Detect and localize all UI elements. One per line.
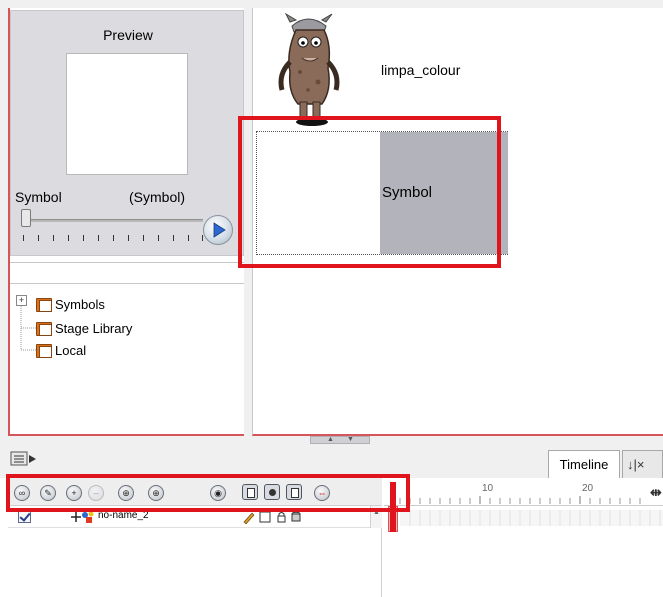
- tree-item-symbols[interactable]: Symbols: [36, 294, 105, 314]
- zoom-handle-icon[interactable]: ⇹: [650, 484, 662, 501]
- folder-icon: [36, 297, 52, 312]
- tree-item-label: Stage Library: [55, 320, 133, 336]
- menu-icon: [10, 451, 36, 466]
- folder-icon: [36, 321, 52, 336]
- preview-slider-ticks: [23, 235, 203, 241]
- play-button[interactable]: [203, 215, 233, 245]
- ruler-ticks: [399, 496, 641, 504]
- preview-slider-track[interactable]: [23, 219, 203, 222]
- character-thumbnail[interactable]: [268, 12, 348, 128]
- tree-item-stage-library[interactable]: Stage Library: [36, 318, 132, 338]
- preview-thumbnail: [66, 53, 188, 175]
- preview-title: Preview: [103, 27, 153, 43]
- panel-splitter[interactable]: ▲ ▼: [310, 436, 370, 444]
- folder-icon: [36, 343, 52, 358]
- frame-ruler[interactable]: 10 20: [384, 478, 663, 506]
- layer-type-icon: [71, 511, 94, 523]
- play-icon: [213, 222, 226, 238]
- layers-empty-area: [8, 528, 382, 597]
- character-name-label: limpa_colour: [381, 62, 461, 78]
- panel-menu-button[interactable]: [10, 450, 38, 468]
- layer-controls: [243, 511, 301, 524]
- tree-item-label: Symbols: [55, 296, 105, 312]
- tab-timeline[interactable]: Timeline: [548, 450, 620, 478]
- symbol-name-label: Symbol: [15, 189, 62, 205]
- ruler-number: 10: [482, 483, 494, 494]
- frame-cells[interactable]: [400, 510, 663, 526]
- library-tree: + Symbols Stage Library Local: [10, 290, 244, 430]
- tree-item-local[interactable]: Local: [36, 340, 86, 360]
- collapse-up-icon: ▲: [327, 436, 334, 443]
- library-preview-area: Preview Symbol (Symbol): [10, 10, 244, 256]
- ruler-number: 20: [582, 483, 594, 494]
- collapse-down-icon: ▼: [347, 436, 354, 443]
- tree-item-label: Local: [55, 342, 87, 358]
- tab-more[interactable]: ↓|×: [622, 450, 663, 478]
- symbol-highlight-box: [238, 116, 501, 268]
- layers-toolbar-highlight-box: [6, 474, 410, 512]
- symbol-type-label: (Symbol): [129, 189, 186, 205]
- library-filter-bar[interactable]: [10, 262, 244, 284]
- preview-slider-thumb[interactable]: [21, 209, 31, 227]
- tree-expand-toggle[interactable]: +: [16, 295, 27, 306]
